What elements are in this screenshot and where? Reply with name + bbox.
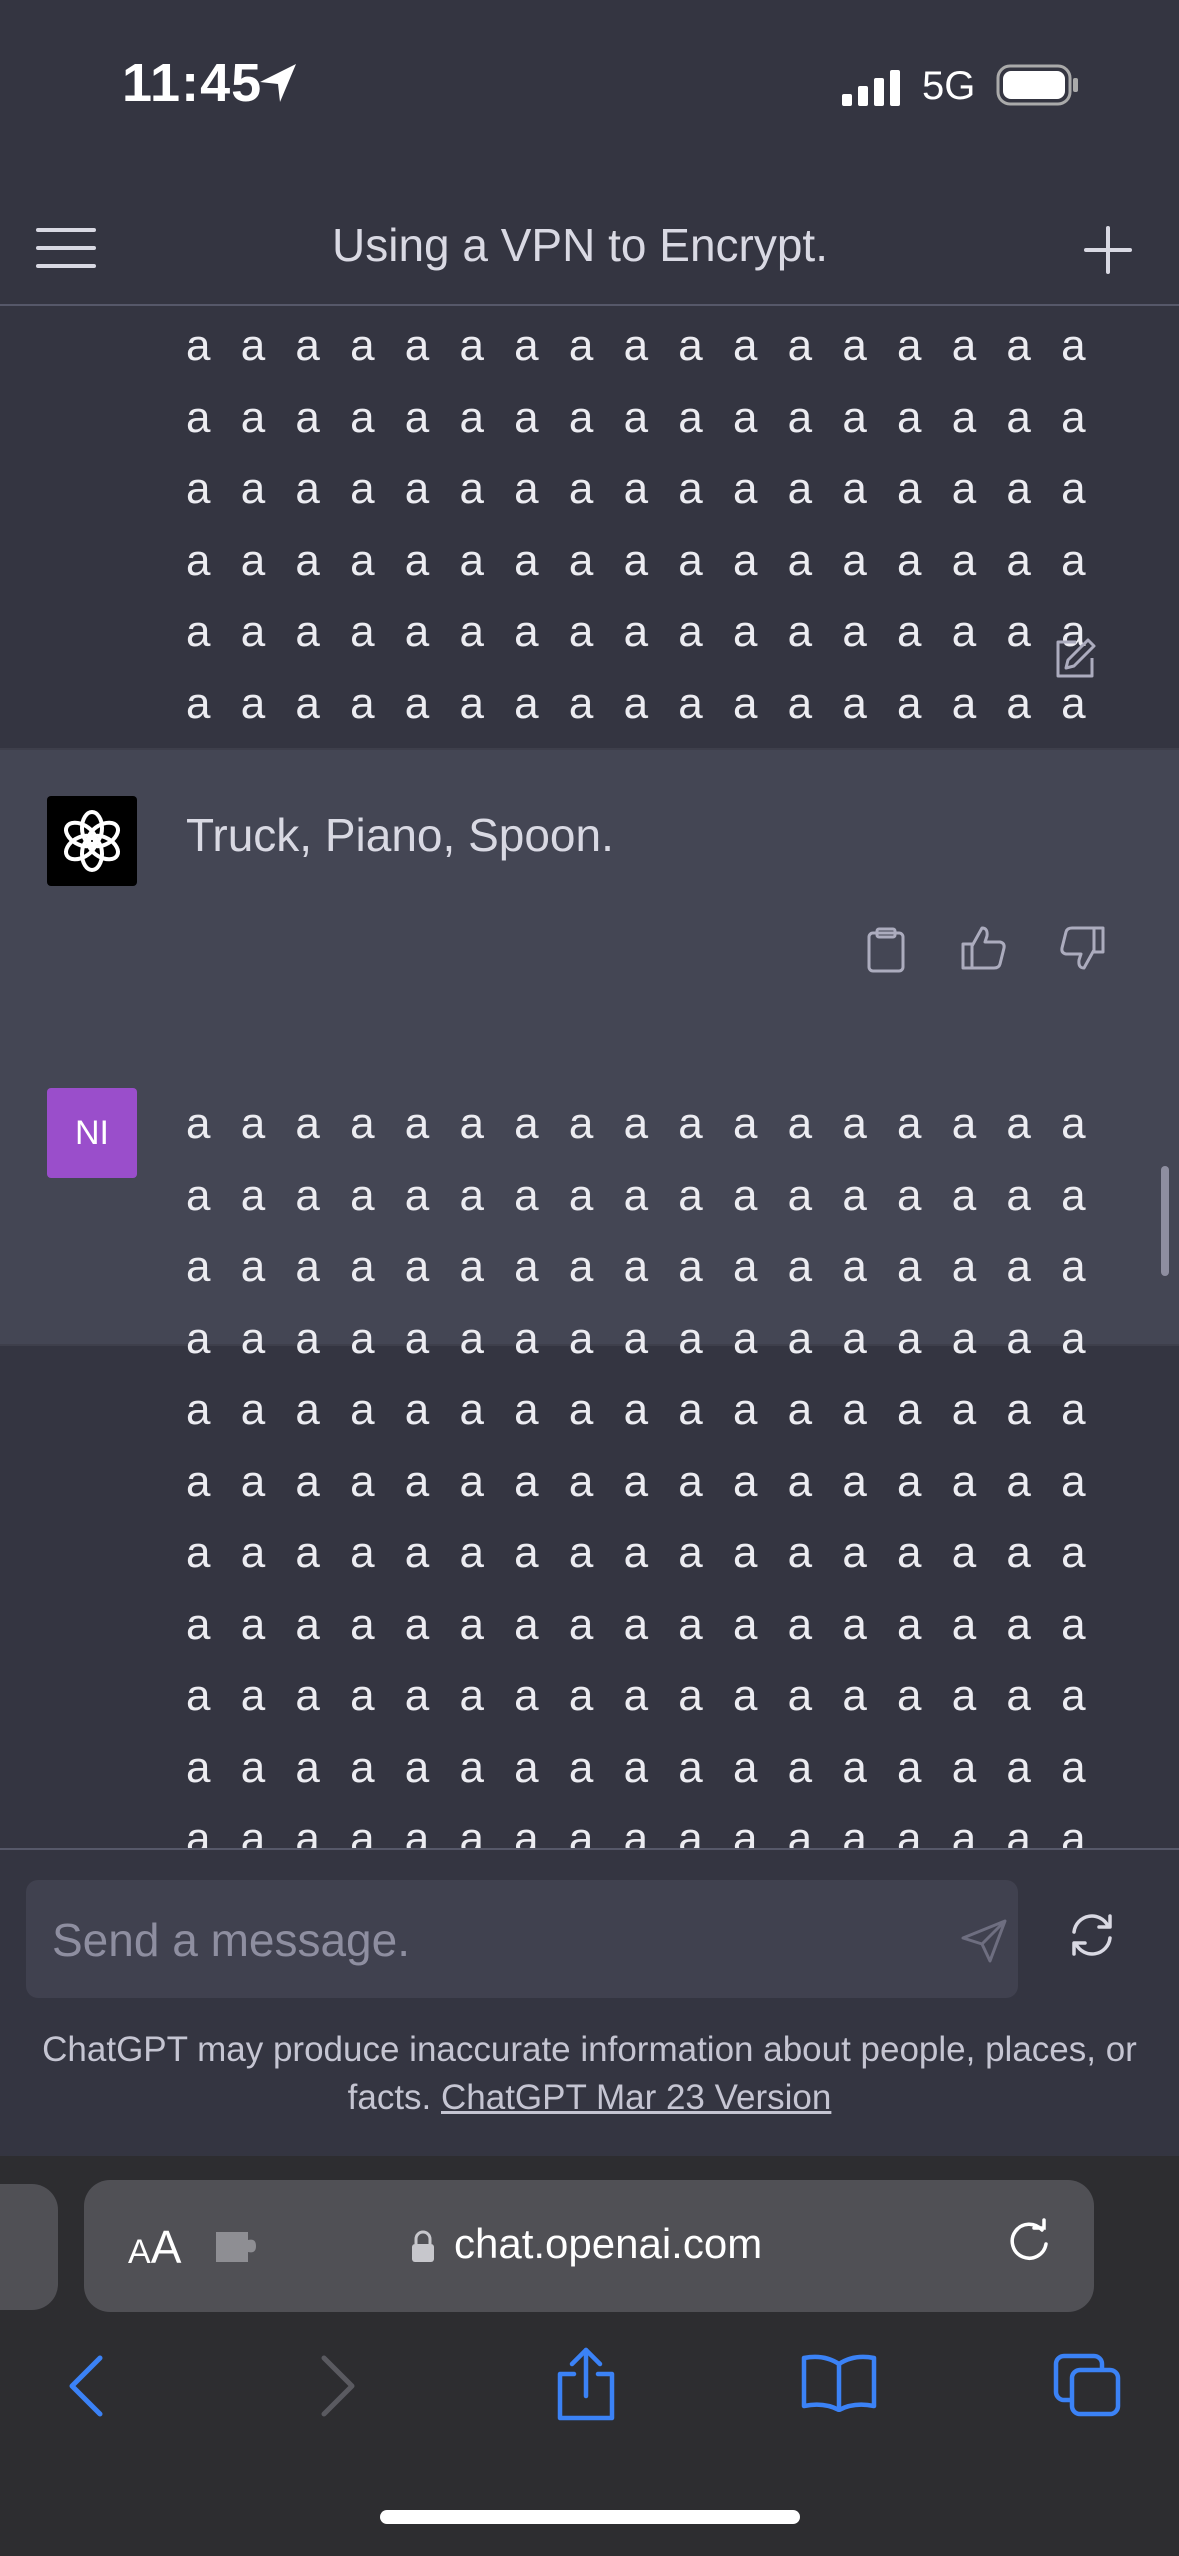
version-link[interactable]: ChatGPT Mar 23 Version [441,2078,831,2117]
regenerate-icon[interactable] [1066,1912,1118,1963]
send-icon[interactable] [960,1918,1008,1969]
extension-puzzle-icon[interactable] [214,2224,264,2273]
hamburger-menu-icon[interactable] [36,224,96,272]
aa-large-label: A [150,2221,182,2273]
aa-small-label: A [128,2233,151,2271]
message-input-box [26,1880,1018,2000]
reload-icon[interactable] [1004,2218,1054,2273]
lock-icon [410,2230,436,2269]
battery-icon [996,64,1080,113]
address-bar[interactable]: AA chat.openai.com [84,2180,1094,2312]
status-bar: 11:45 5G [0,0,1179,180]
home-indicator [380,2510,800,2524]
bookmarks-book-icon[interactable] [800,2352,878,2417]
url-text[interactable]: chat.openai.com [454,2220,762,2268]
network-type-label: 5G [922,64,976,108]
clipboard-icon[interactable] [866,926,906,979]
thumbs-down-icon[interactable] [1058,924,1106,977]
disclaimer-text: ChatGPT may produce inaccurate informati… [30,2026,1149,2122]
chevron-left-icon[interactable] [66,2354,106,2423]
browser-toolbar: AA chat.openai.com [0,2156,1179,2556]
thumbs-up-icon[interactable] [960,924,1008,977]
scrollbar-thumb[interactable] [1161,1166,1169,1276]
chat-header: Using a VPN to Encrypt. [0,180,1179,306]
location-arrow-icon [258,62,298,111]
message-input[interactable] [50,1880,934,2000]
previous-tab-address-bar[interactable] [0,2184,58,2310]
share-icon[interactable] [554,2346,618,2427]
signal-bars-icon [842,70,904,111]
chat-thread[interactable]: a a a a a a a a a a a a a a a a a a a a … [0,306,1179,1848]
chevron-right-icon [318,2354,358,2423]
composer: ChatGPT may produce inaccurate informati… [0,1848,1179,2158]
assistant-message-text: Truck, Piano, Spoon. [186,809,614,861]
status-time: 11:45 [122,53,263,113]
user-message-text: a a a a a a a a a a a a a a a a a a a a … [186,1099,1095,1848]
text-size-button[interactable]: AA [128,2220,181,2274]
tabs-overview-icon[interactable] [1052,2352,1122,2423]
plus-icon[interactable] [1080,222,1136,278]
chatgpt-logo-icon [47,796,137,886]
conversation-title: Using a VPN to Encrypt. [332,219,828,271]
user-avatar: NI [47,1088,137,1178]
edit-icon[interactable] [1052,636,1098,687]
user-message-text: a a a a a a a a a a a a a a a a a a a a … [186,321,1095,799]
